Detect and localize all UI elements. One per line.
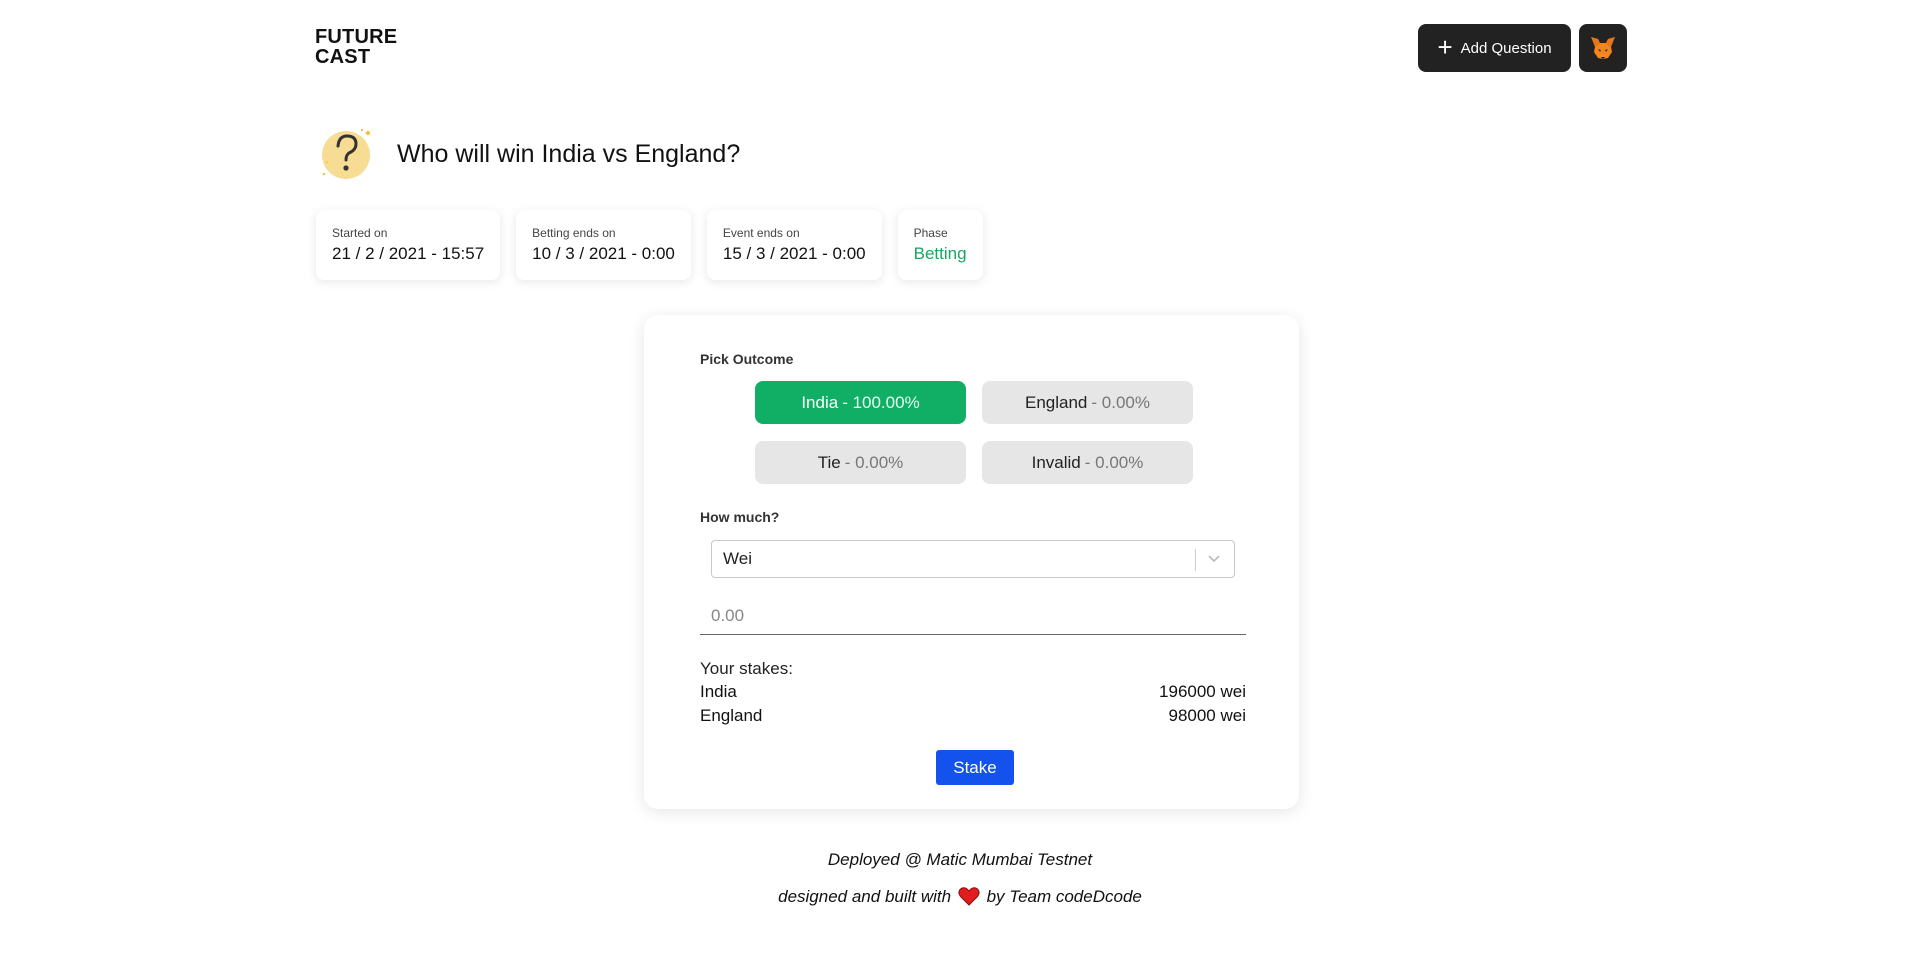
unit-select[interactable]: Wei [711, 540, 1235, 578]
footer-deployed: Deployed @ Matic Mumbai Testnet [827, 850, 1093, 869]
footer-built-suffix: by Team codeDcode [986, 887, 1142, 906]
started-on-value: 21 / 2 / 2021 - 15:57 [332, 244, 485, 263]
question-header: Who will win India vs England? [318, 124, 740, 184]
stake-row: India 196000 wei [700, 682, 1246, 702]
started-on-card: Started on 21 / 2 / 2021 - 15:57 [316, 210, 501, 280]
plus-icon: + [1437, 32, 1453, 62]
outcome-name: Tie [817, 452, 841, 472]
bet-card: Pick Outcome India - 100.00% England - 0… [644, 315, 1299, 809]
betting-ends-card: Betting ends on 10 / 3 / 2021 - 0:00 [516, 210, 691, 280]
outcome-india-button[interactable]: India - 100.00% [755, 381, 966, 424]
stake-amount: 196000 wei [1159, 682, 1246, 701]
amount-input[interactable] [700, 597, 1246, 635]
betting-ends-label: Betting ends on [532, 226, 616, 240]
outcome-tie-button[interactable]: Tie - 0.00% [755, 441, 966, 484]
betting-ends-value: 10 / 3 / 2021 - 0:00 [532, 244, 675, 263]
phase-label: Phase [913, 226, 948, 240]
outcome-percent: - 0.00% [1084, 452, 1144, 472]
outcome-percent: - 100.00% [842, 392, 920, 412]
your-stakes-title: Your stakes: [700, 659, 793, 678]
add-question-label: Add Question [1460, 39, 1552, 57]
stake-button[interactable]: Stake [936, 750, 1014, 785]
logo-line-1: FUTURE [315, 26, 398, 48]
logo-line-2: CAST [315, 46, 371, 68]
phase-card: Phase Betting [897, 210, 983, 280]
question-title: Who will win India vs England? [397, 139, 741, 168]
event-ends-label: Event ends on [722, 226, 800, 240]
outcome-name: Invalid [1031, 452, 1081, 472]
heart-icon [958, 887, 980, 906]
add-question-button[interactable]: + Add Question [1418, 24, 1571, 72]
event-ends-value: 15 / 3 / 2021 - 0:00 [722, 244, 866, 263]
metamask-fox-icon [1591, 37, 1615, 59]
stake-amount: 98000 wei [1168, 706, 1246, 725]
outcome-england-button[interactable]: England - 0.00% [982, 381, 1193, 424]
pick-outcome-label: Pick Outcome [700, 351, 794, 367]
logo[interactable]: FUTURE CAST [315, 27, 397, 67]
unit-select-value: Wei [723, 549, 752, 568]
outcome-invalid-button[interactable]: Invalid - 0.00% [982, 441, 1193, 484]
footer-built-prefix: designed and built with [778, 887, 952, 906]
chevron-down-icon [1208, 555, 1220, 563]
stake-outcome: India [700, 682, 737, 701]
header: FUTURE CAST + Add Question [315, 24, 1627, 74]
outcome-percent: - 0.00% [844, 452, 904, 472]
select-separator [1195, 549, 1196, 571]
event-ends-card: Event ends on 15 / 3 / 2021 - 0:00 [706, 210, 882, 280]
wallet-button[interactable] [1579, 24, 1627, 72]
outcome-name: England [1025, 392, 1088, 412]
how-much-label: How much? [700, 509, 780, 525]
phase-value: Betting [913, 244, 967, 263]
footer-credits: designed and built with by Team codeDcod… [0, 886, 1920, 907]
started-on-label: Started on [332, 226, 388, 240]
stake-outcome: England [700, 706, 763, 725]
info-cards: Started on 21 / 2 / 2021 - 15:57 Betting… [316, 210, 983, 280]
outcome-percent: - 0.00% [1091, 392, 1150, 412]
outcome-name: India [801, 392, 839, 412]
question-mark-icon [322, 128, 371, 179]
stake-row: England 98000 wei [700, 706, 1246, 726]
